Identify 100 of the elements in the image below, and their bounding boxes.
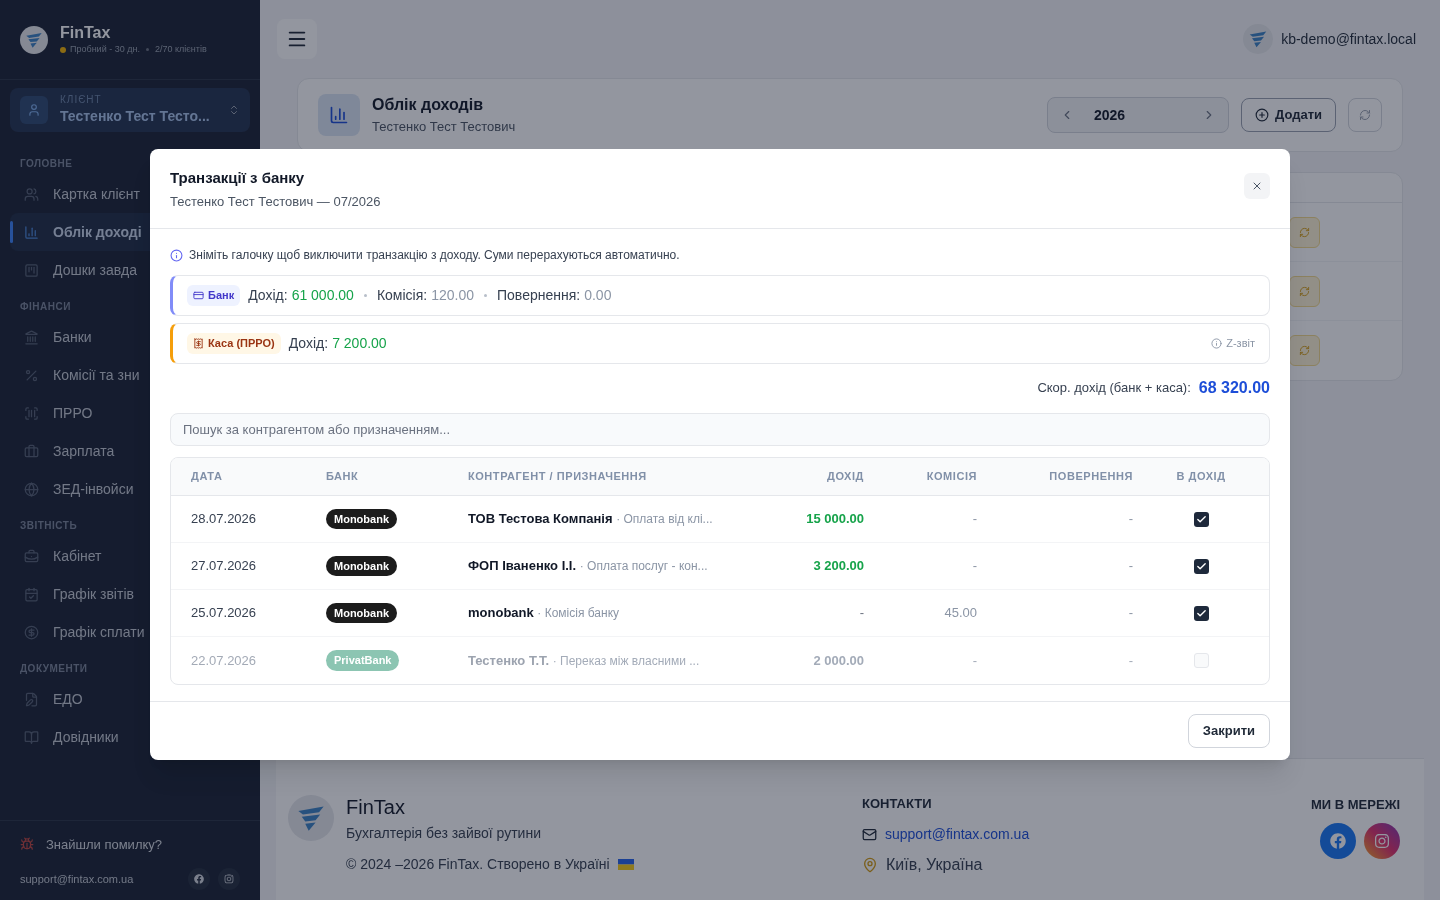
- percent-icon: [24, 367, 39, 383]
- date-cell-text: 28.07.2026: [191, 510, 258, 529]
- refresh-icon: [1299, 345, 1310, 356]
- include-checkbox[interactable]: [1193, 511, 1209, 527]
- instagram-icon[interactable]: [1364, 822, 1400, 859]
- avatar-icon: [1243, 24, 1274, 54]
- year-selector[interactable]: 2026: [1046, 97, 1229, 133]
- social-title: МИ В МЕРЕЖІ: [1311, 796, 1400, 814]
- income-cell-text: 15 000.00: [805, 510, 864, 529]
- bar-chart-icon: [329, 105, 349, 125]
- income-cell-text: 2 000.00: [812, 651, 864, 670]
- refund-cell-text: -: [1127, 557, 1133, 576]
- bug-report-link[interactable]: Знайшли помилку?: [20, 834, 240, 854]
- instagram-icon[interactable]: [218, 868, 240, 890]
- bar-chart-icon: [24, 224, 39, 240]
- commission-cell-text: 45.00: [943, 604, 977, 623]
- income-label: Дохід:: [248, 286, 288, 305]
- income-value: 7 200.00: [332, 334, 387, 353]
- flag-icon: [617, 859, 634, 870]
- kanban-icon: [24, 262, 39, 278]
- refresh-icon: [1359, 109, 1371, 121]
- footer-logo-icon: [288, 795, 334, 841]
- commission-cell-text: -: [971, 557, 977, 576]
- income-cell-text: 3 200.00: [812, 557, 864, 576]
- user-email[interactable]: kb-demo@fintax.local: [1281, 28, 1416, 50]
- close-dialog-button[interactable]: Закрити: [1187, 714, 1270, 748]
- book-icon: [24, 729, 39, 745]
- income-label: Дохід:: [288, 334, 329, 353]
- column-header: КОНТРАГЕНТ / ПРИЗНАЧЕННЯ: [468, 469, 648, 485]
- brand-name: FinTax: [60, 22, 112, 43]
- refunds-value: 0.00: [584, 286, 612, 305]
- user-icon: [27, 103, 41, 117]
- globe-icon: [24, 481, 39, 497]
- menu-button[interactable]: [277, 19, 317, 59]
- column-header: ПОВЕРНЕННЯ: [1048, 469, 1133, 485]
- logo-icon: [20, 25, 48, 54]
- footer-tagline: Бухгалтерія без зайвої рутини: [346, 824, 542, 843]
- date-cell-text: 25.07.2026: [191, 604, 258, 623]
- facebook-icon[interactable]: [1320, 822, 1356, 859]
- check-icon: [1195, 513, 1207, 525]
- facebook-icon[interactable]: [188, 868, 210, 890]
- users-icon: [24, 186, 39, 202]
- column-header: БАНК: [326, 469, 360, 485]
- refresh-icon: [1299, 285, 1310, 297]
- refresh-icon: [1299, 226, 1310, 238]
- briefcase-icon: [24, 443, 39, 459]
- clients-count: 2/70 клієнтів: [154, 42, 207, 56]
- separator-dot-icon: [484, 294, 487, 297]
- card-icon: [193, 290, 204, 301]
- column-header: ДОХІД: [826, 469, 864, 485]
- info-icon: [170, 248, 183, 262]
- copyright-text: © 2024 –2026 FinTax. Створено в Україні: [346, 855, 610, 874]
- refunds-label: Повернення:: [497, 286, 581, 305]
- bank-icon: [24, 329, 39, 345]
- counterparty-cell-text: ТОВ Тестова Компанія · Оплата від клі...: [468, 510, 714, 529]
- total-value: 68 320.00: [1198, 378, 1270, 398]
- check-icon: [1195, 607, 1207, 619]
- bank-tag: Monobank: [326, 508, 397, 530]
- income-value: 61 000.00: [291, 286, 354, 305]
- bank-tag: Банк: [187, 285, 241, 306]
- commission-label: Комісія:: [376, 286, 428, 305]
- counterparty-cell-text: monobank · Комісія банку: [468, 604, 621, 623]
- refresh-button[interactable]: [1289, 335, 1320, 366]
- column-header: КОМІСІЯ: [925, 469, 977, 485]
- bug-icon: [20, 837, 34, 852]
- location-text: Київ, Україна: [862, 852, 1222, 877]
- date-cell-text: 27.07.2026: [191, 557, 258, 576]
- nav-item[interactable]: Довідники: [10, 718, 250, 756]
- support-email: support@fintax.com.ua: [20, 871, 134, 887]
- include-checkbox[interactable]: [1193, 653, 1209, 668]
- plan-text: Пробний - 30 дн.: [70, 42, 140, 56]
- commission-cell-text: -: [971, 651, 977, 670]
- include-checkbox[interactable]: [1193, 605, 1209, 621]
- footer-brand: FinTax: [346, 795, 406, 819]
- pin-icon: [862, 856, 878, 873]
- nav-item[interactable]: Комісії та зни: [10, 356, 250, 394]
- plus-icon: [1254, 108, 1269, 122]
- check-icon: [1195, 560, 1207, 572]
- dollar-icon: [24, 624, 39, 640]
- refund-cell-text: -: [1127, 651, 1133, 670]
- email-link[interactable]: support@fintax.com.ua: [862, 823, 1222, 845]
- counterparty-cell-text: Тестенко Т.Т. · Переказ між власними ...: [468, 651, 701, 670]
- add-button[interactable]: Додати: [1240, 98, 1336, 132]
- commission-value: 120.00: [431, 286, 474, 305]
- bank-tag: PrivatBank: [326, 650, 400, 671]
- date-cell-text: 22.07.2026: [191, 651, 258, 670]
- bank-tag: Monobank: [326, 602, 397, 624]
- column-header: В ДОХІД: [1175, 469, 1227, 485]
- include-checkbox[interactable]: [1193, 558, 1209, 574]
- refresh-button[interactable]: [1289, 216, 1320, 248]
- info-icon: [1211, 338, 1223, 349]
- refresh-button[interactable]: [1289, 275, 1320, 307]
- nav-item[interactable]: ЕДО: [10, 680, 250, 718]
- cash-tag: Каса (ПРРО): [187, 333, 281, 354]
- search-field[interactable]: Пошук за контрагентом або призначенням...: [170, 413, 1270, 446]
- mail-icon: [862, 826, 877, 842]
- dialog-title: Транзакції з банку: [170, 168, 306, 188]
- dialog-subtitle: Тестенко Тест Тестович — 07/2026: [170, 192, 381, 211]
- z-report-link[interactable]: Z-звіт: [1211, 335, 1255, 352]
- chevrons-icon: [228, 104, 240, 116]
